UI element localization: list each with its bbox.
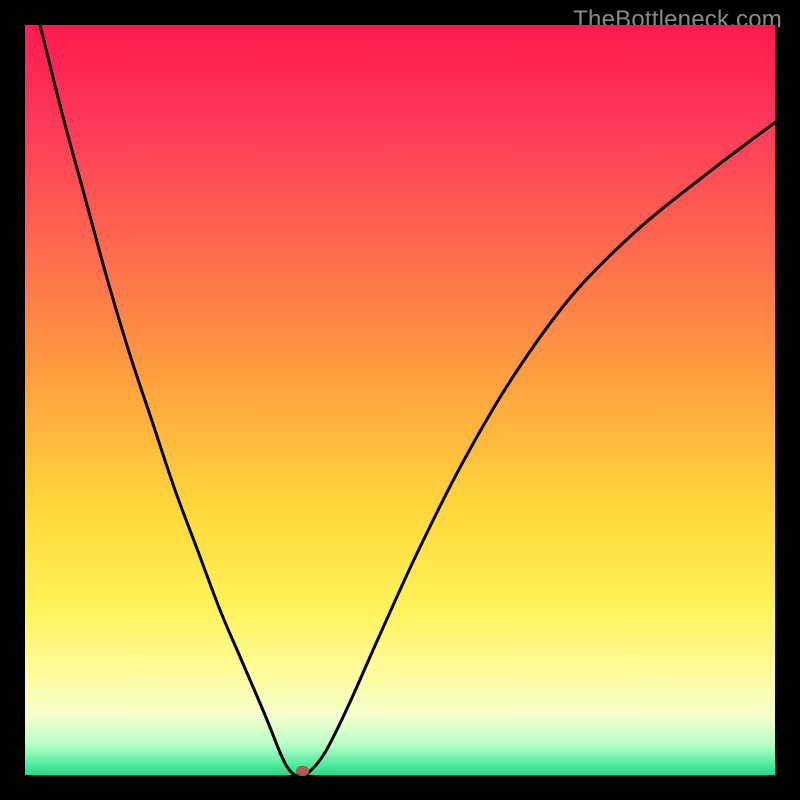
- chart-container: TheBottleneck.com: [0, 0, 800, 800]
- bottleneck-curve: [25, 25, 775, 775]
- optimal-point-marker: [296, 766, 309, 776]
- plot-area: [25, 25, 775, 775]
